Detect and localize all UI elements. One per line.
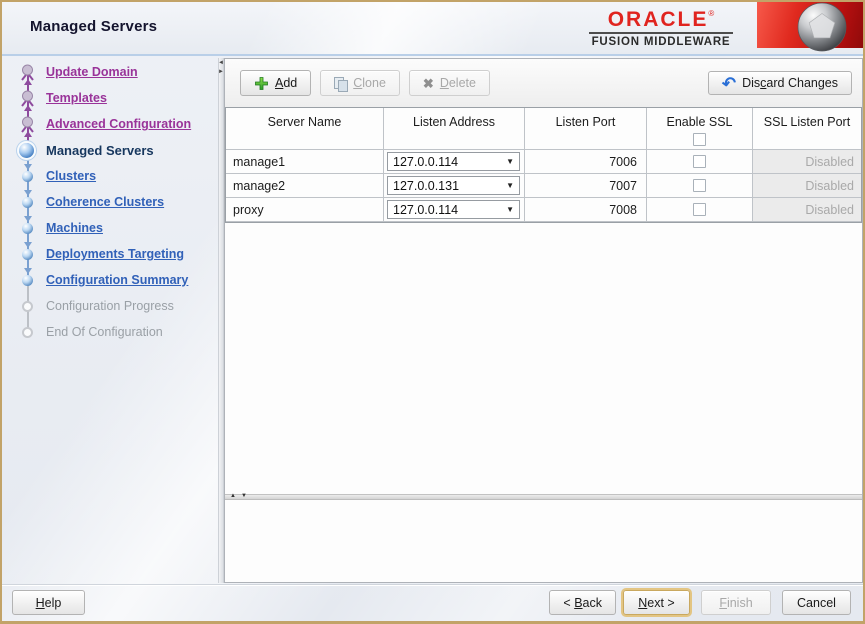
sidebar-item-update-domain[interactable]: Update Domain [10, 59, 218, 85]
listen-port-cell[interactable]: 7007 [525, 174, 647, 198]
listen-address-cell: 127.0.0.114 ▼ [384, 150, 525, 174]
clone-button[interactable]: Clone [320, 70, 400, 96]
sidebar-item-label: Templates [46, 91, 107, 105]
server-name-cell[interactable]: manage1 [226, 150, 384, 174]
listen-address-select[interactable]: 127.0.0.114 ▼ [387, 152, 520, 171]
table-toolbar: Add Clone ✖ Delete ↶ Discard Changes [225, 59, 862, 107]
undo-icon: ↶ [720, 72, 738, 94]
logo-divider [589, 32, 733, 34]
enable-ssl-checkbox[interactable] [693, 155, 706, 168]
sidebar-item-label: Advanced Configuration [46, 117, 192, 131]
back-button[interactable]: < Back [549, 590, 616, 615]
column-header-listen-port: Listen Port [525, 108, 647, 150]
sidebar-item-end-of-configuration: End Of Configuration [10, 319, 218, 345]
fusion-middleware-label: FUSION MIDDLEWARE [591, 36, 731, 48]
sidebar-item-configuration-progress: Configuration Progress [10, 293, 218, 319]
splitter-expand-down-icon[interactable]: ▼ [241, 493, 247, 499]
sidebar-item-label: Coherence Clusters [46, 195, 165, 209]
server-name-cell[interactable]: proxy [226, 198, 384, 222]
chevron-down-icon: ▼ [506, 157, 514, 166]
sidebar-item-advanced-configuration[interactable]: Advanced Configuration [10, 111, 218, 137]
sidebar-item-label: End Of Configuration [46, 325, 163, 339]
enable-ssl-checkbox[interactable] [693, 179, 706, 192]
cancel-button[interactable]: Cancel [782, 590, 851, 615]
header-bar: Managed Servers ORACLE® FUSION MIDDLEWAR… [2, 2, 863, 56]
oracle-logo: ORACLE® FUSION MIDDLEWARE [587, 9, 735, 48]
listen-port-cell[interactable]: 7008 [525, 198, 647, 222]
server-name-cell[interactable]: manage2 [226, 174, 384, 198]
sidebar-item-machines[interactable]: Machines [10, 215, 218, 241]
message-panel [225, 501, 862, 582]
listen-address-cell: 127.0.0.131 ▼ [384, 174, 525, 198]
delete-x-icon: ✖ [422, 75, 434, 91]
listen-address-cell: 127.0.0.114 ▼ [384, 198, 525, 222]
ssl-listen-port-cell: Disabled [753, 198, 861, 222]
sidebar-item-label: Update Domain [46, 65, 138, 79]
sidebar-item-label: Managed Servers [46, 142, 154, 158]
chevron-down-icon: ▼ [506, 205, 514, 214]
message-panel-splitter[interactable]: ▲ ▼ [225, 493, 862, 500]
enable-ssl-checkbox[interactable] [693, 203, 706, 216]
listen-port-cell[interactable]: 7006 [525, 150, 647, 174]
sidebar-item-label: Clusters [46, 169, 97, 183]
enable-ssl-all-checkbox[interactable] [693, 133, 706, 146]
ssl-listen-port-cell: Disabled [753, 150, 861, 174]
sidebar-item-label: Machines [46, 221, 103, 235]
ssl-listen-port-cell: Disabled [753, 174, 861, 198]
oracle-wordmark: ORACLE [607, 8, 709, 31]
step-upcoming-icon [22, 223, 33, 234]
enable-ssl-cell [647, 174, 753, 198]
step-visited-icon [21, 64, 34, 81]
footer-bar: Help < Back Next > Finish Cancel [2, 584, 863, 621]
sidebar-item-deployments-targeting[interactable]: Deployments Targeting [10, 241, 218, 267]
sidebar-item-label: Configuration Progress [46, 299, 174, 313]
sidebar-item-label: Configuration Summary [46, 273, 189, 287]
finish-button[interactable]: Finish [701, 590, 771, 615]
column-header-enable-ssl: Enable SSL [647, 108, 753, 150]
servers-table: Server Name Listen Address Listen Port E… [225, 107, 862, 223]
sidebar-item-label: Deployments Targeting [46, 247, 184, 261]
step-visited-icon [21, 116, 34, 133]
step-current-icon [19, 143, 34, 158]
listen-address-select[interactable]: 127.0.0.131 ▼ [387, 176, 520, 195]
footer-nav-buttons: < Back Next > Finish Cancel [549, 590, 851, 615]
delete-button[interactable]: ✖ Delete [408, 70, 490, 96]
step-disabled-icon [22, 327, 33, 338]
chevron-down-icon: ▼ [506, 181, 514, 190]
registered-mark: ® [708, 9, 715, 18]
add-button[interactable]: Add [240, 70, 312, 96]
discard-changes-button[interactable]: ↶ Discard Changes [707, 71, 852, 95]
step-disabled-icon [22, 301, 33, 312]
splitter-collapse-up-icon[interactable]: ▲ [230, 493, 236, 499]
enable-ssl-cell [647, 198, 753, 222]
sidebar-item-configuration-summary[interactable]: Configuration Summary [10, 267, 218, 293]
sidebar-item-managed-servers: Managed Servers [10, 137, 218, 163]
next-button[interactable]: Next > [623, 590, 690, 615]
listen-address-select[interactable]: 127.0.0.114 ▼ [387, 200, 520, 219]
managed-servers-panel: Add Clone ✖ Delete ↶ Discard Changes Ser… [224, 58, 863, 583]
step-upcoming-icon [22, 197, 33, 208]
column-header-listen-address: Listen Address [384, 108, 525, 150]
wizard-steps-nav: Update Domain Templates Advanced Configu… [10, 59, 218, 345]
column-header-server-name: Server Name [226, 108, 384, 150]
step-upcoming-icon [22, 249, 33, 260]
sidebar-item-templates[interactable]: Templates [10, 85, 218, 111]
help-button[interactable]: Help [12, 590, 85, 615]
sidebar-item-coherence-clusters[interactable]: Coherence Clusters [10, 189, 218, 215]
page-title: Managed Servers [30, 18, 158, 35]
step-visited-icon [21, 90, 34, 107]
copy-icon [334, 76, 349, 92]
column-header-ssl-listen-port: SSL Listen Port [753, 108, 861, 150]
plus-icon [255, 76, 268, 90]
fusion-sphere-icon [797, 2, 847, 52]
wizard-window: Managed Servers ORACLE® FUSION MIDDLEWAR… [0, 0, 865, 624]
step-upcoming-icon [22, 171, 33, 182]
step-upcoming-icon [22, 275, 33, 286]
sidebar-item-clusters[interactable]: Clusters [10, 163, 218, 189]
enable-ssl-cell [647, 150, 753, 174]
